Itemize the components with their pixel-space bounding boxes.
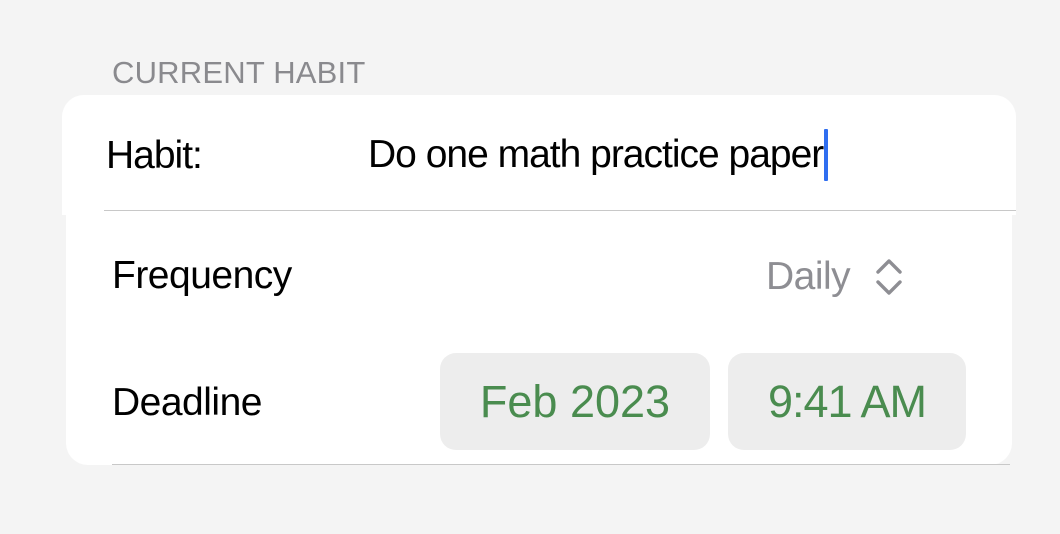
habit-input[interactable]: Do one math practice paper xyxy=(368,128,829,182)
deadline-time-button[interactable]: 9:41 AM xyxy=(728,353,966,450)
chevron-up-down-icon[interactable] xyxy=(874,257,904,297)
row-divider xyxy=(104,210,1016,211)
frequency-label: Frequency xyxy=(112,254,292,297)
text-cursor xyxy=(824,129,829,181)
deadline-label: Deadline xyxy=(112,381,262,424)
section-header: CURRENT HABIT xyxy=(112,55,366,90)
frequency-value[interactable]: Daily xyxy=(766,255,851,299)
habit-input-value[interactable]: Do one math practice paper xyxy=(368,133,824,177)
deadline-date-button[interactable]: Feb 2023 xyxy=(440,353,710,450)
row-divider xyxy=(112,464,1010,465)
frequency-picker[interactable]: Daily xyxy=(766,250,904,304)
habit-label: Habit: xyxy=(106,134,203,177)
